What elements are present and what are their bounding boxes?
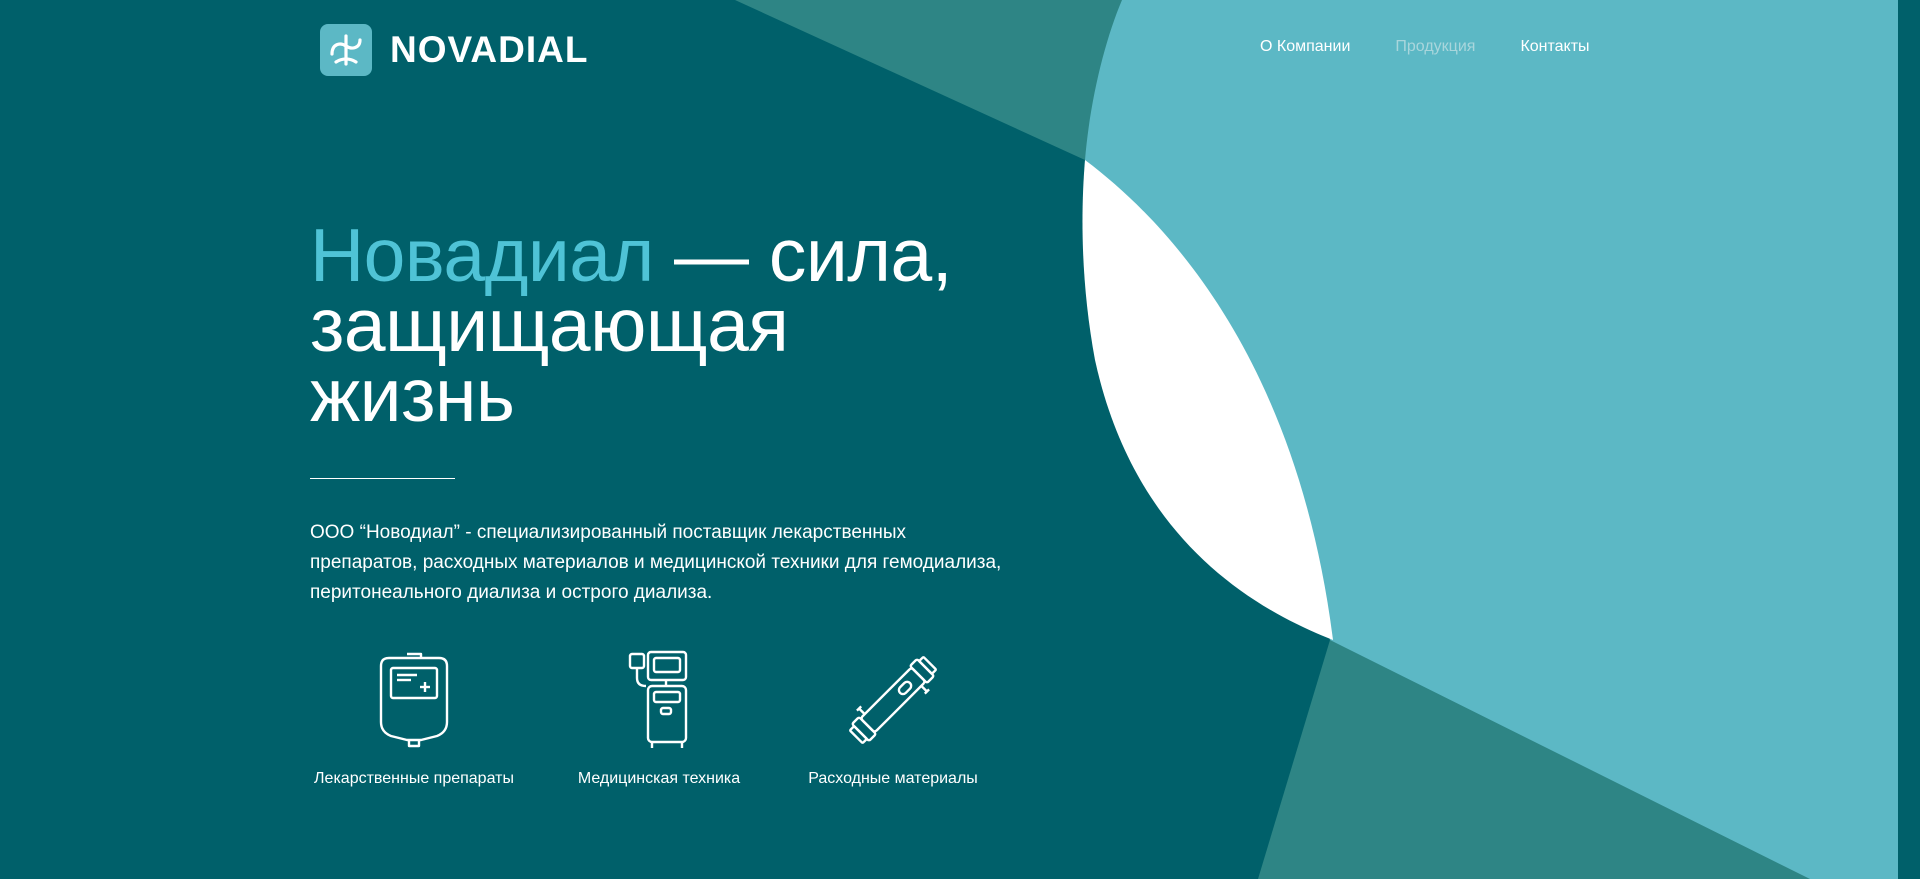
hero-section: Новадиал — сила, защищающая жизнь [310, 218, 1070, 433]
main-nav: О Компании Продукция Контакты [1260, 38, 1590, 56]
hero-divider [310, 478, 455, 479]
nav-item-about[interactable]: О Компании [1260, 38, 1350, 56]
dialyzer-icon [849, 656, 937, 744]
category-consumables[interactable]: Расходные материалы [804, 650, 982, 788]
logo-link[interactable]: NOVADIAL [320, 24, 588, 76]
hero-title-line3: жизнь [310, 353, 515, 437]
category-equipment[interactable]: Медицинская техника [574, 650, 744, 788]
category-medicines-label: Лекарственные препараты [314, 770, 514, 787]
hero-title: Новадиал — сила, защищающая жизнь [310, 218, 1070, 433]
nav-item-products[interactable]: Продукция [1395, 38, 1475, 56]
brand-name: NOVADIAL [390, 29, 589, 70]
category-consumables-label: Расходные материалы [808, 770, 978, 787]
hero-description: ООО “Новодиал” - специализированный пост… [310, 522, 1002, 603]
dialysis-machine-icon [628, 650, 688, 748]
novadial-logo-icon [320, 24, 372, 76]
category-medicines[interactable]: Лекарственные препараты [310, 650, 518, 788]
landing-page: NOVADIAL О Компании Продукция Контакты Н… [0, 0, 1920, 879]
nav-item-contacts[interactable]: Контакты [1520, 38, 1589, 56]
category-equipment-label: Медицинская техника [577, 770, 741, 787]
iv-bag-icon [379, 652, 449, 748]
site-header: NOVADIAL О Компании Продукция Контакты [0, 0, 1920, 100]
